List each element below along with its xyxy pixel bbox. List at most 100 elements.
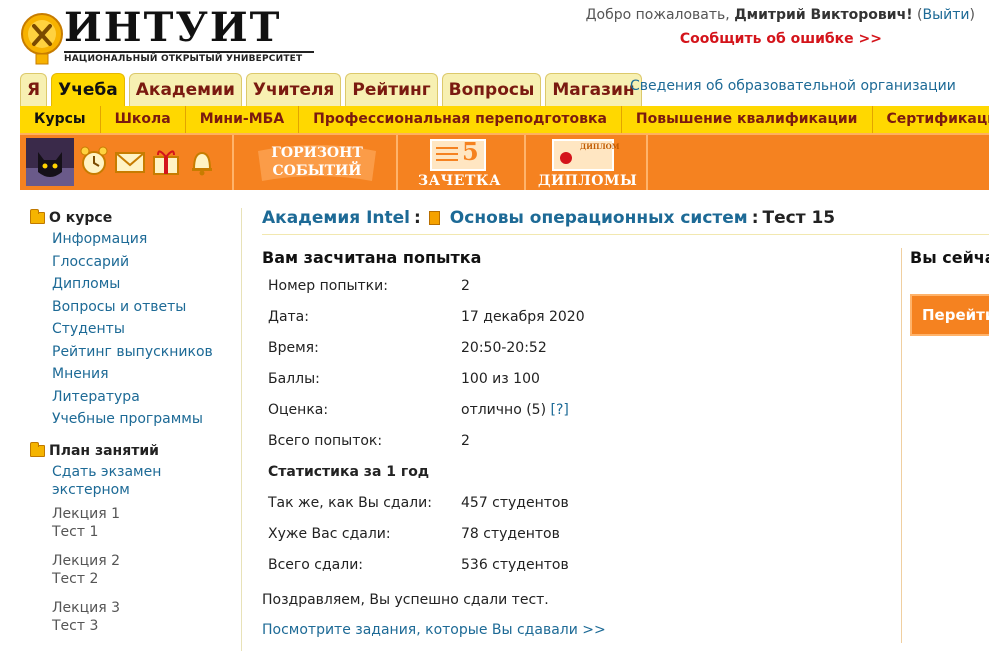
sidebar-item-graduate-rating[interactable]: Рейтинг выпускников (52, 341, 240, 364)
stat-value-cell: отлично (5) [?] (455, 394, 882, 425)
sidebar-item-opinions[interactable]: Мнения (52, 363, 240, 386)
tab-teachers[interactable]: Учителя (245, 73, 342, 107)
subnav-retraining[interactable]: Профессиональная переподготовка (298, 106, 621, 133)
table-row: Дата: 17 декабря 2020 (262, 301, 882, 332)
subnav-school[interactable]: Школа (99, 106, 185, 133)
tab-me[interactable]: Я (20, 73, 48, 107)
table-row: Хуже Вас сдали: 78 студентов (262, 518, 882, 549)
breadcrumb-course[interactable]: Основы операционных систем (450, 208, 748, 228)
table-row: Статистика за 1 год (262, 456, 882, 487)
stat-label: Всего попыток: (268, 432, 383, 449)
welcome-prefix: Добро пожаловать, (585, 7, 730, 23)
stat-label: Оценка: (268, 401, 329, 418)
tab-questions[interactable]: Вопросы (441, 73, 542, 107)
diplomas-button[interactable]: ДИПЛОМ ДИПЛОМЫ (538, 137, 638, 189)
subnav-mini-mba[interactable]: Мини-МБА (184, 106, 298, 133)
lecture-1[interactable]: Лекция 1 (52, 505, 240, 523)
lesson-1[interactable]: Лекция 1 Тест 1 (30, 505, 240, 541)
envelope-icon[interactable] (114, 145, 146, 177)
lecture-3[interactable]: Лекция 3 (52, 599, 240, 617)
bell-icon[interactable] (186, 145, 218, 177)
sidebar-item-exam-line1[interactable]: Сдать экзамен (52, 463, 240, 481)
logout-link[interactable]: Выйти (923, 7, 970, 23)
tab-study[interactable]: Учеба (51, 73, 125, 107)
stat-value: 100 из 100 (461, 370, 540, 387)
diplomas-label: ДИПЛОМЫ (538, 173, 638, 189)
breadcrumb-academy[interactable]: Академия Intel (262, 208, 410, 228)
table-row: Баллы: 100 из 100 (262, 363, 882, 394)
toolbar-divider (646, 135, 648, 190)
sidebar-item-glossary[interactable]: Глоссарий (52, 251, 240, 274)
view-tasks-link[interactable]: Посмотрите задания, которые Вы сдавали >… (262, 622, 606, 638)
test-3[interactable]: Тест 3 (52, 617, 240, 635)
subnav-certifications[interactable]: Сертификации (871, 106, 989, 133)
logout-paren-close: ) (969, 7, 975, 23)
sidebar-item-literature[interactable]: Литература (52, 386, 240, 409)
about-course-title: О курсе (49, 210, 113, 226)
go-button[interactable]: Перейти (910, 294, 989, 336)
breadcrumb-sep: : (751, 208, 759, 228)
stat-label: Дата: (268, 308, 309, 325)
lesson-plan-list: Сдать экзамен экстерном (30, 463, 240, 499)
stats-section-title: Статистика за 1 год (268, 463, 430, 480)
subnav-courses[interactable]: Курсы (20, 106, 100, 133)
folder-icon (30, 209, 45, 224)
lesson-2[interactable]: Лекция 2 Тест 2 (30, 552, 240, 588)
tab-shop[interactable]: Магазин (545, 73, 642, 107)
user-name-link[interactable]: Дмитрий Викторович (734, 7, 906, 23)
test-2[interactable]: Тест 2 (52, 570, 240, 588)
tab-academies[interactable]: Академии (128, 73, 242, 107)
course-sidebar: О курсе Информация Глоссарий Дипломы Воп… (30, 208, 240, 635)
stat-value: 20:50-20:52 (461, 339, 547, 356)
attempt-stats-table: Номер попытки: 2 Дата: 17 декабря 2020 В… (262, 270, 882, 580)
lesson-3[interactable]: Лекция 3 Тест 3 (30, 599, 240, 635)
right-panel: Вы сейча (910, 248, 989, 267)
sidebar-item-students[interactable]: Студенты (52, 318, 240, 341)
subnav-qualification[interactable]: Повышение квалификации (620, 106, 872, 133)
user-toolbar: ГОРИЗОНТ СОБЫТИЙ 5 ЗАЧЕТКА ДИПЛОМ ДИПЛОМ… (20, 133, 989, 190)
diploma-badge: ДИПЛОМ (580, 142, 620, 151)
sidebar-item-exam-line2[interactable]: экстерном (52, 481, 240, 499)
tab-rating[interactable]: Рейтинг (345, 73, 438, 107)
table-row: Всего сдали: 536 студентов (262, 549, 882, 580)
stat-label: Всего сдали: (268, 556, 364, 573)
intuit-emblem-icon (21, 13, 63, 65)
test-1[interactable]: Тест 1 (52, 523, 240, 541)
lesson-plan-title: План занятий (49, 442, 159, 459)
toolbar-divider (232, 135, 234, 190)
sidebar-item-info[interactable]: Информация (52, 228, 240, 251)
grade-help-link[interactable]: [?] (551, 402, 569, 418)
table-row: Номер попытки: 2 (262, 270, 882, 301)
document-icon (428, 211, 440, 225)
table-row: Всего попыток: 2 (262, 425, 882, 456)
breadcrumb-divider (262, 234, 989, 235)
intuit-logo[interactable]: ИНТУИТ НАЦИОНАЛЬНЫЙ ОТКРЫТЫЙ УНИВЕРСИТЕТ (20, 4, 314, 70)
lesson-plan-heading[interactable]: План занятий (30, 441, 240, 461)
sidebar-divider (241, 208, 242, 651)
lecture-2[interactable]: Лекция 2 (52, 552, 240, 570)
breadcrumb-current: Тест 15 (762, 208, 836, 228)
table-row: Оценка: отлично (5) [?] (262, 394, 882, 425)
sidebar-item-faq[interactable]: Вопросы и ответы (52, 296, 240, 319)
avatar[interactable] (26, 138, 74, 186)
stat-label: Время: (268, 339, 319, 356)
result-title: Вам засчитана попытка (262, 248, 482, 267)
stat-label: Так же, как Вы сдали: (268, 494, 432, 511)
logo-brand-text: ИНТУИТ (64, 4, 282, 51)
sidebar-item-diplomas[interactable]: Дипломы (52, 273, 240, 296)
about-course-heading[interactable]: О курсе (30, 208, 240, 228)
logo-tagline: НАЦИОНАЛЬНЫЙ ОТКРЫТЫЙ УНИВЕРСИТЕТ (64, 54, 303, 64)
breadcrumb: Академия Intel: Основы операционных сист… (262, 208, 835, 228)
report-error-link[interactable]: Сообщить об ошибке >> (680, 31, 882, 47)
gift-icon[interactable] (150, 145, 182, 177)
stat-value: 457 студентов (461, 494, 569, 511)
welcome-exclaim: ! (906, 7, 913, 23)
sidebar-item-programs[interactable]: Учебные программы (52, 408, 240, 431)
gradebook-button[interactable]: 5 ЗАЧЕТКА (418, 137, 501, 189)
events-horizon-button[interactable]: ГОРИЗОНТ СОБЫТИЙ (252, 137, 382, 189)
table-row: Так же, как Вы сдали: 457 студентов (262, 487, 882, 518)
breadcrumb-sep: : (413, 208, 421, 228)
alarm-clock-icon[interactable] (78, 145, 110, 177)
org-info-link[interactable]: Сведения об образовательной организации (630, 78, 956, 94)
main-tabs: Я Учеба Академии Учителя Рейтинг Вопросы… (20, 73, 642, 107)
